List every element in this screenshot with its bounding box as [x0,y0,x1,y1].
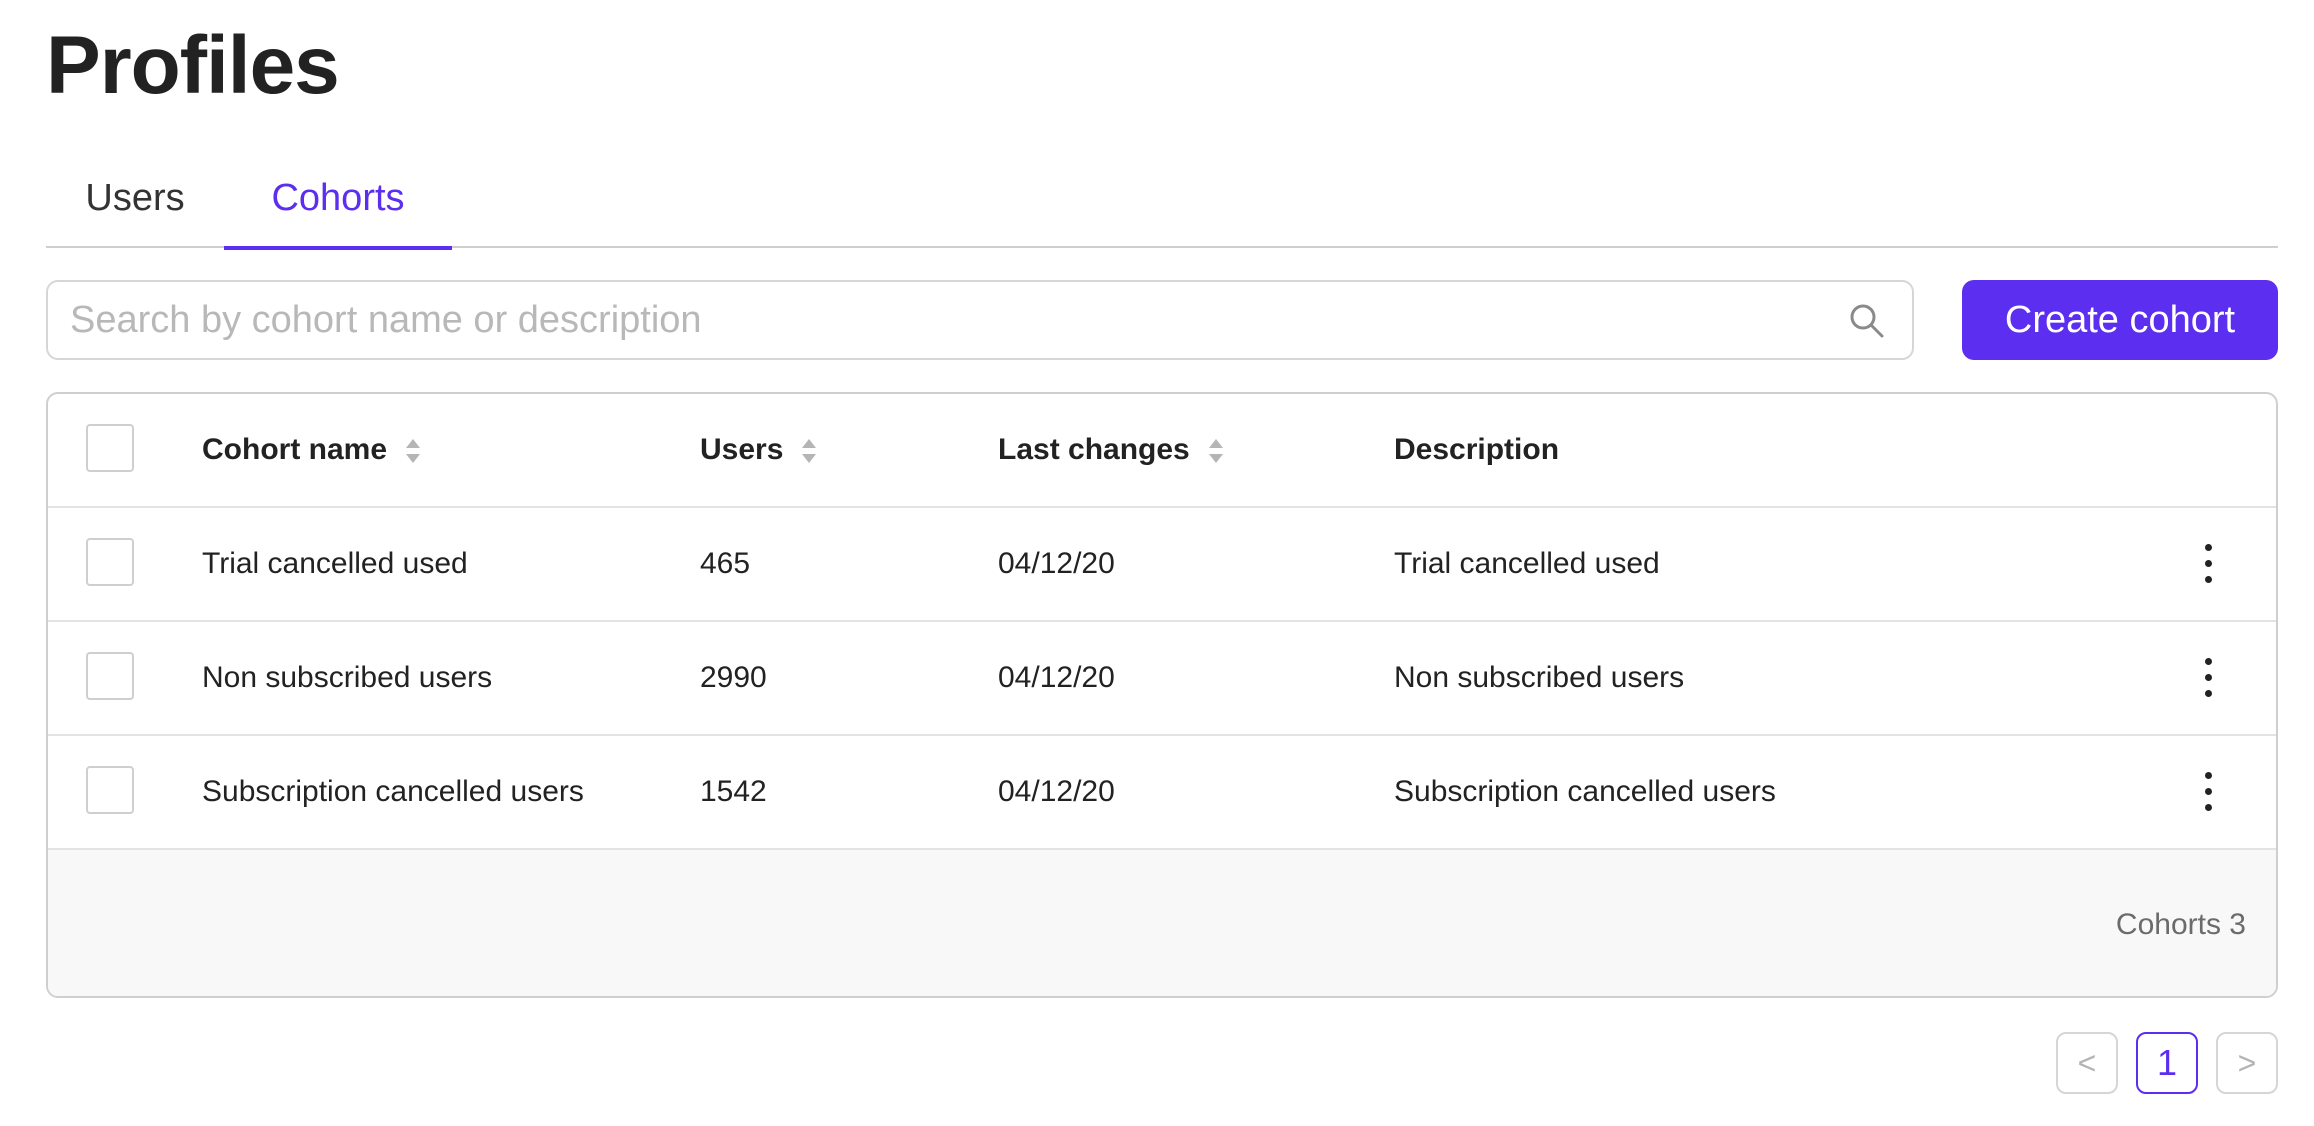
cohorts-table: Cohort name Users Last changes Descripti… [46,392,2278,998]
table-row[interactable]: Subscription cancelled users 1542 04/12/… [48,736,2276,850]
description-cell: Non subscribed users [1394,661,1685,694]
description-cell: Subscription cancelled users [1394,775,1776,808]
description-cell: Trial cancelled used [1394,547,1660,580]
more-options-icon[interactable] [2194,656,2224,700]
table-row[interactable]: Non subscribed users 2990 04/12/20 Non s… [48,622,2276,736]
users-count-cell: 2990 [700,661,767,694]
row-checkbox[interactable] [86,538,134,586]
column-header-last-changes[interactable]: Last changes [998,394,1224,506]
next-page-button[interactable]: > [2216,1032,2278,1094]
sort-icon[interactable] [405,437,421,465]
tab-bar: Users Cohorts [46,150,2278,250]
cohorts-count-label: Cohorts 3 [2115,908,2246,941]
search-icon[interactable] [1848,302,1886,340]
tab-users[interactable]: Users [46,150,224,248]
users-count-cell: 1542 [700,775,767,808]
tab-cohorts[interactable]: Cohorts [224,150,452,250]
cohort-name-cell: Non subscribed users [202,661,493,694]
column-header-label: Cohort name [202,433,388,466]
row-checkbox[interactable] [86,652,134,700]
more-options-icon[interactable] [2194,770,2224,814]
table-row[interactable]: Trial cancelled used 465 04/12/20 Trial … [48,508,2276,622]
page-1-button[interactable]: 1 [2136,1032,2198,1094]
sort-icon[interactable] [1208,437,1224,465]
search-input[interactable] [70,290,1830,350]
select-all-checkbox[interactable] [86,424,134,472]
column-header-label: Users [700,433,784,466]
page-title: Profiles [46,20,340,111]
column-header-users[interactable]: Users [700,394,817,506]
more-options-icon[interactable] [2194,542,2224,586]
sort-icon[interactable] [801,437,817,465]
last-changes-cell: 04/12/20 [998,775,1115,808]
users-count-cell: 465 [700,547,751,580]
column-header-label: Last changes [998,433,1190,466]
row-checkbox[interactable] [86,766,134,814]
previous-page-button[interactable]: < [2056,1032,2118,1094]
last-changes-cell: 04/12/20 [998,661,1115,694]
cohort-name-cell: Subscription cancelled users [202,775,584,808]
column-header-description: Description [1394,433,1560,466]
table-header-row: Cohort name Users Last changes Descripti… [48,394,2276,508]
column-header-cohort-name[interactable]: Cohort name [202,394,421,506]
search-box [46,280,1914,360]
cohort-name-cell: Trial cancelled used [202,547,468,580]
table-footer: Cohorts 3 [48,850,2276,996]
last-changes-cell: 04/12/20 [998,547,1115,580]
create-cohort-button[interactable]: Create cohort [1962,280,2278,360]
